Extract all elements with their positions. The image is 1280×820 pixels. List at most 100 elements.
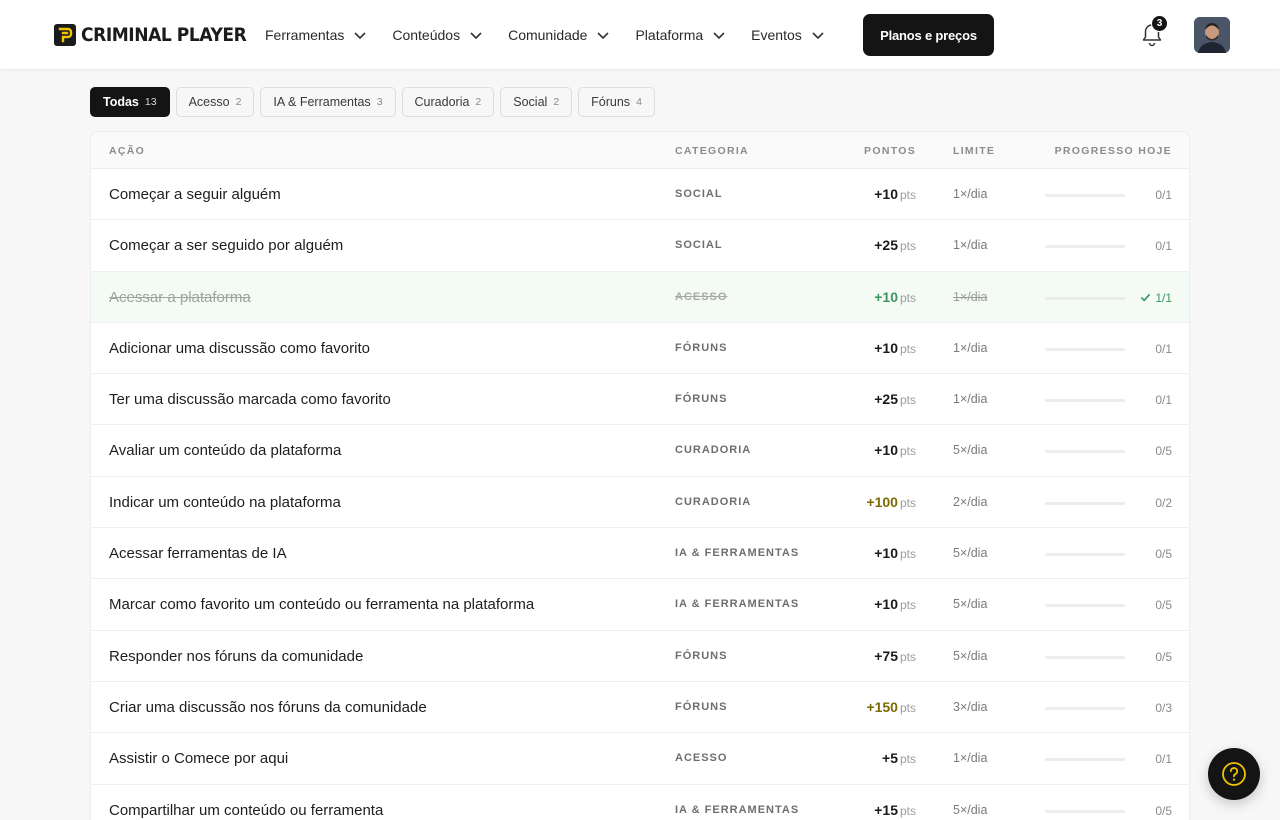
filter-count: 3 — [376, 96, 383, 108]
progress-text: 0/2 — [1155, 495, 1172, 510]
nav-item-label: Plataforma — [635, 27, 704, 43]
action-label: Criar uma discussão nos fóruns da comuni… — [109, 698, 427, 716]
filter-label: IA & Ferramentas — [273, 95, 371, 109]
plans-pricing-button[interactable]: Planos e preços — [863, 14, 994, 56]
action-label: Adicionar uma discussão como favorito — [109, 339, 370, 357]
limit-label: 1×/dia — [953, 751, 988, 766]
points-value: +10 — [874, 442, 898, 459]
table-row[interactable]: Responder nos fóruns da comunidade FÓRUNS… — [91, 631, 1189, 682]
table-row[interactable]: Compartilhar um conteúdo ou ferramenta IA… — [91, 785, 1189, 820]
nav-item-label: Comunidade — [508, 27, 588, 43]
progress-cell: 1/1 — [1140, 291, 1172, 305]
table-row[interactable]: Acessar a plataforma ACESSO +10 pts 1×/dia 1/… — [91, 271, 1189, 323]
table-row[interactable]: Começar a seguir alguém SOCIAL +10 pts 1×/di… — [91, 169, 1189, 221]
action-label: Acessar a plataforma — [109, 288, 251, 306]
progress-text: 0/1 — [1155, 393, 1172, 408]
category-label: FÓRUNS — [675, 393, 728, 406]
points-cell: +10 pts — [874, 442, 916, 458]
points-unit: pts — [899, 700, 916, 715]
points-unit: pts — [899, 239, 916, 254]
table-row[interactable]: Indicar um conteúdo na plataforma CURADOR… — [91, 477, 1189, 529]
table-row[interactable]: Acessar ferramentas de IA IA & FERRAMENTA… — [91, 528, 1189, 580]
points-unit: pts — [899, 188, 916, 202]
progress-bar — [1045, 758, 1125, 762]
points-cell: +10 pts — [874, 545, 916, 561]
main-menu: Ferramentas Conteúdos Comunidade Platafo… — [265, 22, 850, 48]
progress-cell: 0/1 — [1155, 188, 1172, 202]
points-cell: +25 pts — [874, 391, 916, 407]
chevron-down-icon — [597, 32, 610, 40]
table-row[interactable]: Marcar como favorito um conteúdo ou ferr… — [91, 579, 1189, 631]
table-body: Começar a seguir alguém SOCIAL +10 pts 1×/di… — [91, 169, 1189, 820]
points-value: +5 — [882, 750, 898, 767]
filter-social[interactable]: Social 2 — [500, 87, 573, 117]
points-cell: +10 pts — [874, 596, 916, 612]
points-unit: pts — [899, 752, 916, 767]
help-button[interactable] — [1208, 748, 1260, 800]
progress-text: 0/1 — [1155, 239, 1172, 254]
category-label: SOCIAL — [675, 239, 723, 252]
nav-conteudos[interactable]: Conteúdos — [392, 27, 484, 43]
progress-bar — [1045, 553, 1125, 557]
points-cell: +100 pts — [866, 494, 916, 510]
category-label: IA & FERRAMENTAS — [675, 547, 800, 560]
table-row[interactable]: Assistir o Comece por aqui ACESSO +5 pts 1×/… — [91, 733, 1189, 785]
points-unit: pts — [899, 444, 916, 459]
filter-count: 2 — [553, 96, 560, 108]
points-cell: +25 pts — [874, 237, 916, 253]
action-label: Assistir o Comece por aqui — [109, 750, 289, 768]
points-cell: +10 pts — [874, 186, 916, 202]
progress-cell: 0/1 — [1155, 752, 1172, 766]
action-label: Avaliar um conteúdo da plataforma — [109, 442, 342, 460]
user-avatar[interactable] — [1194, 17, 1230, 53]
table-row[interactable]: Avaliar um conteúdo da plataforma CURADOR… — [91, 425, 1189, 477]
brand-logo[interactable]: CRIMINAL PLAYER — [54, 22, 265, 48]
nav-plataforma[interactable]: Plataforma — [635, 27, 727, 43]
column-header-limit: LIMITE — [953, 145, 996, 157]
chevron-down-icon — [713, 32, 725, 40]
progress-text: 0/1 — [1155, 752, 1172, 767]
column-header-progress: PROGRESSO HOJE — [1054, 145, 1172, 157]
progress-bar — [1045, 347, 1125, 351]
nav-ferramentas[interactable]: Ferramentas — [265, 27, 368, 43]
progress-cell: 0/3 — [1155, 701, 1172, 715]
filter-curadoria[interactable]: Curadoria 2 — [401, 87, 495, 117]
progress-cell: 0/2 — [1155, 496, 1172, 510]
limit-label: 2×/dia — [953, 494, 988, 509]
filter-foruns[interactable]: Fóruns 4 — [578, 87, 655, 117]
points-value: +10 — [874, 339, 898, 356]
nav-eventos[interactable]: Eventos — [751, 27, 826, 43]
progress-text: 0/5 — [1155, 547, 1172, 562]
filter-ia-ferramentas[interactable]: IA & Ferramentas 3 — [260, 87, 396, 117]
check-icon — [1141, 294, 1151, 302]
category-label: ACESSO — [675, 752, 728, 765]
table-row[interactable]: Começar a ser seguido por alguém SOCIAL +2… — [91, 220, 1189, 272]
progress-text: 0/3 — [1155, 700, 1172, 715]
filter-label: Curadoria — [414, 95, 470, 109]
filter-acesso[interactable]: Acesso 2 — [175, 87, 255, 117]
nav-comunidade[interactable]: Comunidade — [508, 27, 611, 43]
points-unit: pts — [899, 803, 916, 818]
limit-label: 1×/dia — [953, 340, 988, 355]
limit-label: 1×/dia — [953, 187, 988, 201]
limit-label: 5×/dia — [953, 597, 988, 612]
nav-item-label: Eventos — [751, 27, 802, 43]
filter-count: 2 — [235, 96, 242, 108]
cp-logo-icon — [54, 24, 76, 46]
filter-count: 4 — [636, 96, 642, 108]
limit-label: 1×/dia — [953, 289, 988, 304]
category-label: CURADORIA — [675, 444, 752, 457]
limit-label: 3×/dia — [953, 699, 988, 714]
points-unit: pts — [899, 547, 916, 562]
filter-todas[interactable]: Todas 13 — [90, 87, 170, 117]
table-row[interactable]: Adicionar uma discussão como favorito FÓR… — [91, 323, 1189, 375]
action-label: Marcar como favorito um conteúdo ou ferr… — [109, 596, 535, 614]
limit-label: 5×/dia — [953, 443, 988, 458]
points-value: +10 — [874, 288, 898, 305]
table-row[interactable]: Ter uma discussão marcada como favorito F… — [91, 374, 1189, 426]
table-row[interactable]: Criar uma discussão nos fóruns da comuni… — [91, 682, 1189, 734]
points-value: +10 — [874, 186, 898, 202]
points-unit: pts — [899, 495, 916, 510]
category-label: CURADORIA — [675, 495, 752, 508]
action-label: Responder nos fóruns da comunidade — [109, 647, 364, 665]
